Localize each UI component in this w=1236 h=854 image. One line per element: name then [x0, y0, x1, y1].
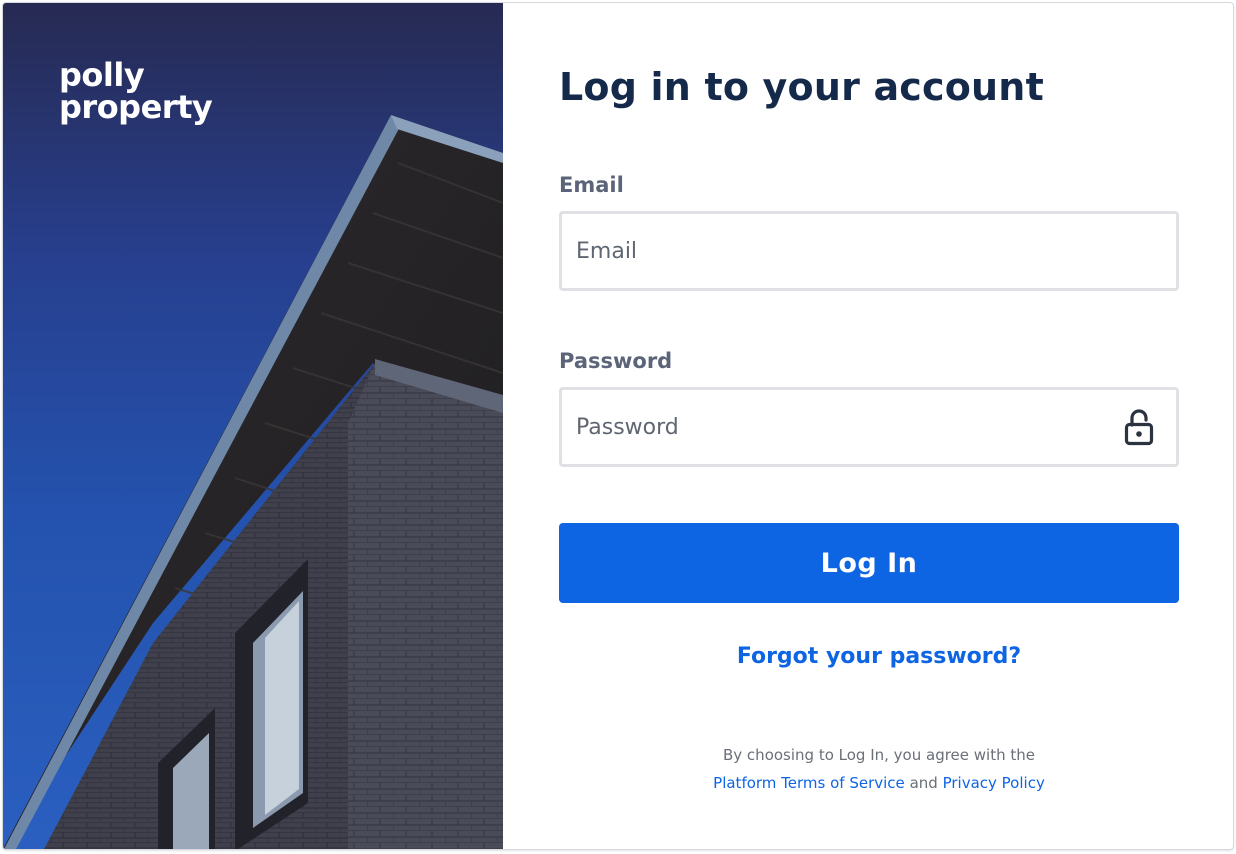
login-form: Log in to your account Email Password Lo… [503, 3, 1233, 849]
terms-prefix: By choosing to Log In, you agree with th… [723, 746, 1035, 764]
logo-line2: property [59, 88, 213, 126]
terms-links-row: Platform Terms of Service and Privacy Po… [559, 769, 1199, 797]
hero-panel: polly property [3, 3, 503, 849]
terms-notice: By choosing to Log In, you agree with th… [559, 741, 1199, 797]
privacy-policy-link[interactable]: Privacy Policy [943, 774, 1045, 792]
building-photo [3, 115, 503, 849]
page-title: Log in to your account [559, 65, 1044, 109]
login-card: polly property Log in to your account Em… [2, 2, 1234, 850]
email-label: Email [559, 173, 624, 197]
logo-line1: polly [59, 56, 145, 94]
password-field-wrapper [559, 387, 1179, 467]
password-label: Password [559, 349, 673, 373]
login-button[interactable]: Log In [559, 523, 1179, 603]
password-input[interactable] [562, 390, 1176, 464]
forgot-password-link[interactable]: Forgot your password? [559, 644, 1199, 669]
email-input[interactable] [562, 214, 1176, 288]
terms-of-service-link[interactable]: Platform Terms of Service [713, 774, 905, 792]
terms-joiner: and [909, 774, 938, 792]
email-field-wrapper [559, 211, 1179, 291]
unlock-icon[interactable] [1124, 408, 1154, 446]
brand-logo: polly property [59, 56, 213, 126]
